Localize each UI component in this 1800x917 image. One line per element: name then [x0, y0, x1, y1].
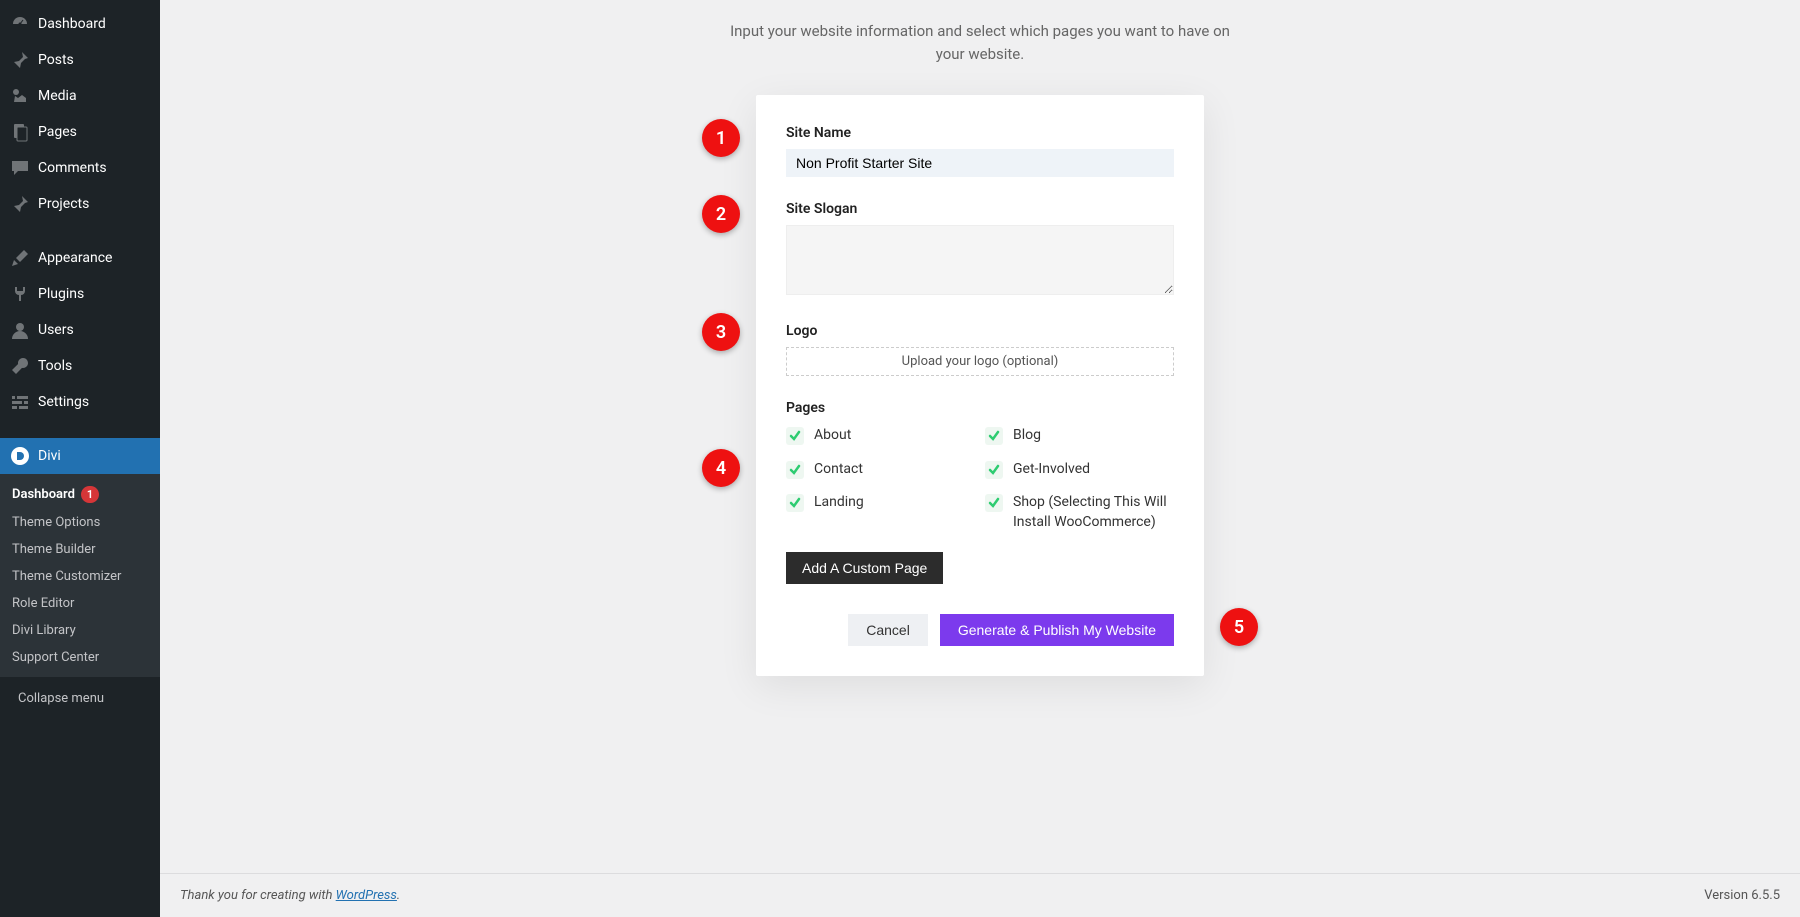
- user-icon: [10, 320, 30, 340]
- sidebar-item-label: Projects: [38, 196, 89, 212]
- annotation-3: 3: [702, 313, 740, 351]
- checkbox-label: Get-Involved: [1013, 460, 1090, 480]
- intro-text: Input your website information and selec…: [720, 20, 1240, 65]
- sidebar-item-dashboard[interactable]: Dashboard: [0, 6, 160, 42]
- sidebar-item-label: Divi: [38, 448, 61, 464]
- badge: 1: [81, 486, 99, 503]
- divi-icon: [10, 446, 30, 466]
- sidebar-item-projects[interactable]: Projects: [0, 186, 160, 222]
- page-checkbox-about[interactable]: About: [786, 426, 975, 446]
- cancel-button[interactable]: Cancel: [848, 614, 928, 646]
- sidebar-item-label: Pages: [38, 124, 77, 140]
- site-name-label: Site Name: [786, 125, 1174, 141]
- submenu-item-theme-options[interactable]: Theme Options: [0, 509, 160, 536]
- page-checkbox-blog[interactable]: Blog: [985, 426, 1174, 446]
- annotation-2: 2: [702, 195, 740, 233]
- submenu-item-divi-library[interactable]: Divi Library: [0, 617, 160, 644]
- sidebar-item-plugins[interactable]: Plugins: [0, 276, 160, 312]
- dashboard-icon: [10, 14, 30, 34]
- brush-icon: [10, 248, 30, 268]
- admin-footer: Thank you for creating with WordPress. V…: [160, 873, 1800, 917]
- checkbox-label: Contact: [814, 460, 863, 480]
- page-checkbox-landing[interactable]: Landing: [786, 493, 975, 532]
- sidebar-item-label: Appearance: [38, 250, 112, 266]
- sidebar-item-label: Plugins: [38, 286, 84, 302]
- sidebar-item-label: Dashboard: [38, 16, 106, 32]
- footer-thanks: Thank you for creating with WordPress.: [180, 888, 400, 903]
- sidebar-item-appearance[interactable]: Appearance: [0, 240, 160, 276]
- logo-upload-button[interactable]: Upload your logo (optional): [786, 347, 1174, 376]
- sidebar-item-tools[interactable]: Tools: [0, 348, 160, 384]
- pages-icon: [10, 122, 30, 142]
- admin-sidebar: Dashboard Posts Media Pages Comments Projects…: [0, 0, 160, 917]
- checkbox-icon: [985, 461, 1003, 479]
- divi-submenu: Dashboard1Theme OptionsTheme BuilderThem…: [0, 474, 160, 677]
- checkbox-icon: [985, 427, 1003, 445]
- plugin-icon: [10, 284, 30, 304]
- page-checkbox-shop[interactable]: Shop (Selecting This Will Install WooCom…: [985, 493, 1174, 532]
- site-config-card: Site Name Site Slogan Logo Upload your l…: [756, 95, 1204, 676]
- checkbox-icon: [985, 494, 1003, 512]
- sidebar-item-users[interactable]: Users: [0, 312, 160, 348]
- collapse-label: Collapse menu: [18, 691, 104, 706]
- page-checkbox-contact[interactable]: Contact: [786, 460, 975, 480]
- comment-icon: [10, 158, 30, 178]
- annotation-4: 4: [702, 449, 740, 487]
- submenu-item-theme-customizer[interactable]: Theme Customizer: [0, 563, 160, 590]
- sidebar-item-label: Media: [38, 88, 77, 104]
- logo-label: Logo: [786, 323, 1174, 339]
- site-name-input[interactable]: [786, 149, 1174, 177]
- sidebar-item-label: Settings: [38, 394, 89, 410]
- annotation-1: 1: [702, 119, 740, 157]
- checkbox-label: Blog: [1013, 426, 1041, 446]
- checkbox-label: About: [814, 426, 851, 446]
- submenu-item-theme-builder[interactable]: Theme Builder: [0, 536, 160, 563]
- page-checkbox-get-involved[interactable]: Get-Involved: [985, 460, 1174, 480]
- add-custom-page-button[interactable]: Add A Custom Page: [786, 552, 943, 584]
- sidebar-item-label: Users: [38, 322, 74, 338]
- media-icon: [10, 86, 30, 106]
- sidebar-item-divi[interactable]: Divi: [0, 438, 160, 474]
- settings-icon: [10, 392, 30, 412]
- submenu-item-dashboard[interactable]: Dashboard1: [0, 480, 160, 509]
- sidebar-item-label: Comments: [38, 160, 107, 176]
- sidebar-item-media[interactable]: Media: [0, 78, 160, 114]
- wordpress-link[interactable]: WordPress: [336, 888, 397, 903]
- site-slogan-textarea[interactable]: [786, 225, 1174, 295]
- submenu-item-role-editor[interactable]: Role Editor: [0, 590, 160, 617]
- annotation-5: 5: [1220, 608, 1258, 646]
- checkbox-label: Shop (Selecting This Will Install WooCom…: [1013, 493, 1174, 532]
- checkbox-icon: [786, 461, 804, 479]
- pages-label: Pages: [786, 400, 1174, 416]
- sidebar-item-comments[interactable]: Comments: [0, 150, 160, 186]
- sidebar-item-label: Tools: [38, 358, 72, 374]
- sidebar-item-label: Posts: [38, 52, 74, 68]
- site-slogan-label: Site Slogan: [786, 201, 1174, 217]
- collapse-menu-button[interactable]: Collapse menu: [0, 681, 160, 716]
- version-text: Version 6.5.5: [1704, 888, 1780, 903]
- sidebar-item-pages[interactable]: Pages: [0, 114, 160, 150]
- pin-icon: [10, 50, 30, 70]
- submenu-item-support-center[interactable]: Support Center: [0, 644, 160, 671]
- generate-button[interactable]: Generate & Publish My Website: [940, 614, 1174, 646]
- checkbox-icon: [786, 494, 804, 512]
- checkbox-label: Landing: [814, 493, 864, 513]
- sidebar-item-settings[interactable]: Settings: [0, 384, 160, 420]
- main-content: Input your website information and selec…: [160, 0, 1800, 917]
- pin-icon: [10, 194, 30, 214]
- tool-icon: [10, 356, 30, 376]
- checkbox-icon: [786, 427, 804, 445]
- sidebar-item-posts[interactable]: Posts: [0, 42, 160, 78]
